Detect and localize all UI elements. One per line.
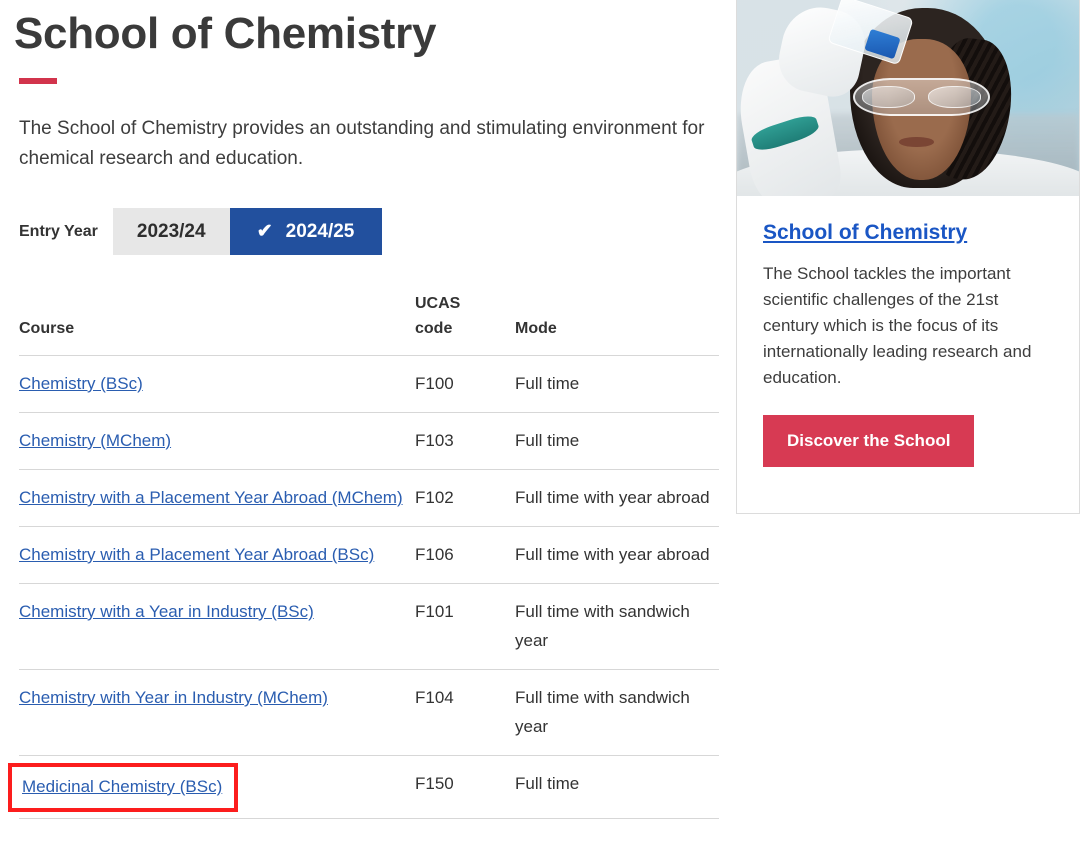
course-cell: Chemistry (MChem) bbox=[19, 412, 415, 470]
ucas-code-cell: F106 bbox=[415, 526, 515, 584]
ucas-code-cell: F101 bbox=[415, 583, 515, 670]
mode-cell: Full time bbox=[515, 412, 719, 470]
courses-table-body: Chemistry (BSc) F100 Full time Chemistry (M… bbox=[8, 355, 719, 819]
column-header-course: Course bbox=[19, 291, 415, 356]
mode-cell: Full time bbox=[515, 755, 719, 819]
table-row: Chemistry with a Placement Year Abroad (… bbox=[19, 526, 719, 584]
table-header-row: Course UCAS code Mode bbox=[19, 291, 719, 356]
table-row: Chemistry with Year in Industry (MChem) F… bbox=[19, 669, 719, 756]
entry-year-selector: Entry Year 2023/24 ✔ 2024/25 bbox=[19, 208, 716, 255]
table-row: Chemistry with a Year in Industry (BSc) F… bbox=[19, 583, 719, 670]
check-icon: ✔ bbox=[256, 221, 273, 242]
lips-shape bbox=[899, 137, 934, 147]
courses-table: Course UCAS code Mode Chemistry (BSc) F10… bbox=[8, 291, 719, 819]
safety-goggles-shape bbox=[853, 78, 991, 116]
page-root: School of Chemistry The School of Chemis… bbox=[0, 0, 1080, 849]
promo-card-heading-link[interactable]: School of Chemistry bbox=[763, 220, 1053, 246]
course-cell: Chemistry with a Placement Year Abroad (… bbox=[19, 526, 415, 584]
ucas-code-cell: F103 bbox=[415, 412, 515, 470]
mode-cell: Full time with sandwich year bbox=[515, 669, 719, 756]
column-header-ucas-code: UCAS code bbox=[415, 291, 515, 356]
course-cell: Chemistry with a Placement Year Abroad (… bbox=[19, 469, 415, 527]
ucas-code-cell: F150 bbox=[415, 755, 515, 819]
column-header-mode: Mode bbox=[515, 291, 719, 356]
promo-card-body: School of Chemistry The School tackles t… bbox=[737, 196, 1079, 493]
courses-table-head: Course UCAS code Mode bbox=[19, 291, 719, 356]
entry-year-tab-2023[interactable]: 2023/24 bbox=[112, 208, 230, 255]
course-cell: Chemistry with a Year in Industry (BSc) bbox=[19, 583, 415, 670]
table-row: Medicinal Chemistry (BSc) F150 Full time bbox=[8, 755, 719, 819]
goggles-left-lens bbox=[861, 85, 915, 109]
course-cell: Medicinal Chemistry (BSc) bbox=[8, 755, 415, 819]
discover-the-school-button[interactable]: Discover the School bbox=[763, 415, 975, 467]
title-accent-bar bbox=[19, 78, 57, 84]
table-row: Chemistry (BSc) F100 Full time bbox=[19, 355, 719, 413]
course-link[interactable]: Chemistry (BSc) bbox=[19, 374, 143, 393]
entry-year-label: Entry Year bbox=[19, 222, 98, 240]
ucas-header-line1: UCAS bbox=[415, 295, 461, 312]
entry-year-tab-2023-label: 2023/24 bbox=[136, 220, 206, 242]
entry-year-tab-2024-label: 2024/25 bbox=[285, 220, 355, 242]
course-link[interactable]: Medicinal Chemistry (BSc) bbox=[22, 777, 222, 796]
course-link[interactable]: Chemistry with a Placement Year Abroad (… bbox=[19, 545, 374, 564]
school-promo-card: School of Chemistry The School tackles t… bbox=[736, 0, 1080, 514]
ucas-header-line2: code bbox=[415, 320, 453, 337]
lab-scientist-photo bbox=[737, 0, 1079, 196]
course-link[interactable]: Chemistry with Year in Industry (MChem) bbox=[19, 688, 328, 707]
mode-cell: Full time with year abroad bbox=[515, 526, 719, 584]
mode-cell: Full time bbox=[515, 355, 719, 413]
course-link[interactable]: Chemistry with a Placement Year Abroad (… bbox=[19, 488, 403, 507]
highlight-box: Medicinal Chemistry (BSc) bbox=[8, 763, 239, 812]
table-row: Chemistry with a Placement Year Abroad (… bbox=[19, 469, 719, 527]
course-link[interactable]: Chemistry with a Year in Industry (BSc) bbox=[19, 602, 314, 621]
entry-year-tab-2024[interactable]: ✔ 2024/25 bbox=[229, 208, 382, 255]
mode-cell: Full time with sandwich year bbox=[515, 583, 719, 670]
goggles-right-lens bbox=[928, 85, 982, 109]
ucas-code-cell: F102 bbox=[415, 469, 515, 527]
mode-cell: Full time with year abroad bbox=[515, 469, 719, 527]
page-title: School of Chemistry bbox=[14, 9, 437, 58]
table-row: Chemistry (MChem) F103 Full time bbox=[19, 412, 719, 470]
course-cell: Chemistry (BSc) bbox=[19, 355, 415, 413]
course-cell: Chemistry with Year in Industry (MChem) bbox=[19, 669, 415, 756]
course-link[interactable]: Chemistry (MChem) bbox=[19, 431, 171, 450]
ucas-code-cell: F104 bbox=[415, 669, 515, 756]
intro-paragraph: The School of Chemistry provides an outs… bbox=[19, 118, 705, 169]
promo-card-text: The School tackles the important scienti… bbox=[763, 264, 1032, 387]
main-content-column: School of Chemistry The School of Chemis… bbox=[0, 0, 730, 849]
ucas-code-cell: F100 bbox=[415, 355, 515, 413]
